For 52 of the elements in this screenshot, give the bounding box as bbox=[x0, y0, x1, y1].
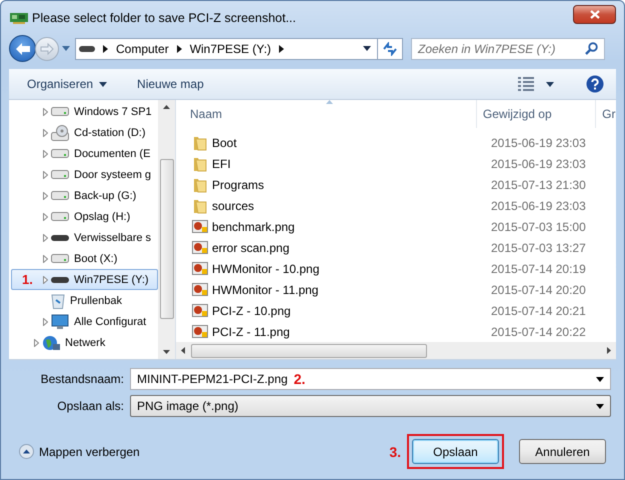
tree-item[interactable]: Verwisselbare s bbox=[11, 227, 158, 248]
dialog-button[interactable]: Opslaan bbox=[412, 439, 499, 464]
step-number: 2. bbox=[294, 371, 306, 387]
modified-date: 2015-07-13 21:30 bbox=[491, 178, 586, 192]
modified-date: 2015-06-19 23:03 bbox=[491, 156, 586, 170]
modified-date: 2015-07-14 20:21 bbox=[491, 304, 586, 318]
tree-item[interactable]: Prullenbak bbox=[11, 290, 158, 311]
field-label: Opslaan als: bbox=[56, 399, 124, 413]
file-name[interactable]: sources bbox=[212, 198, 485, 212]
modified-date: 2015-07-03 15:00 bbox=[491, 220, 586, 234]
step-number: 3. bbox=[389, 444, 401, 460]
breadcrumb[interactable]: Computer bbox=[116, 42, 169, 56]
file-name-field[interactable]: MININT-PEPM21-PCI-Z.png 2. bbox=[130, 368, 611, 390]
modified-date: 2015-07-14 20:22 bbox=[491, 324, 586, 338]
modified-date: 2015-07-14 20:20 bbox=[491, 282, 586, 296]
modified-date: 2015-06-19 23:03 bbox=[491, 136, 586, 150]
field-label: Bestandsnaam: bbox=[40, 372, 124, 386]
tree-item[interactable]: Opslag (H:) bbox=[11, 206, 158, 227]
tree-item[interactable]: Cd-station (D:) bbox=[11, 122, 158, 143]
file-name[interactable]: benchmark.png bbox=[212, 220, 485, 234]
tree-item[interactable]: Back-up (G:) bbox=[11, 185, 158, 206]
tree-item[interactable]: Documenten (E bbox=[11, 143, 158, 164]
file-name[interactable]: HWMonitor - 11.png bbox=[212, 282, 485, 296]
file-type-dropdown[interactable]: PNG image (*.png) bbox=[130, 395, 611, 417]
search-field[interactable]: Zoeken in Win7PESE (Y:) bbox=[411, 38, 605, 60]
modified-date: 2015-07-14 20:19 bbox=[491, 262, 586, 276]
column-header[interactable]: Gr bbox=[596, 100, 616, 128]
file-name[interactable]: error scan.png bbox=[212, 240, 485, 254]
address-bar[interactable]: Computer Win7PESE (Y:) bbox=[75, 38, 378, 60]
tree-item[interactable]: Netwerk bbox=[11, 332, 158, 353]
dialog-button[interactable]: Annuleren bbox=[519, 439, 606, 464]
file-name[interactable]: Boot bbox=[212, 136, 485, 150]
tree-item[interactable]: Door systeem g bbox=[11, 164, 158, 185]
step-number: 1. bbox=[22, 272, 33, 287]
file-name[interactable]: PCI-Z - 11.png bbox=[212, 324, 485, 338]
file-name[interactable]: PCI-Z - 10.png bbox=[212, 304, 485, 318]
hide-folders-button[interactable]: Mappen verbergen bbox=[19, 444, 140, 459]
column-header[interactable]: Gewijzigd op bbox=[476, 100, 596, 128]
tree-item[interactable]: Alle Configurat bbox=[11, 311, 158, 332]
file-name[interactable]: EFI bbox=[212, 156, 485, 170]
tree-item[interactable]: 1. Win7PESE (Y:) bbox=[11, 269, 158, 290]
modified-date: 2015-06-19 23:03 bbox=[491, 198, 586, 212]
new-folder-button[interactable]: Nieuwe map bbox=[137, 77, 204, 91]
file-name[interactable]: HWMonitor - 10.png bbox=[212, 262, 485, 276]
organize-menu-button[interactable]: Organiseren bbox=[27, 77, 108, 91]
breadcrumb[interactable]: Win7PESE (Y:) bbox=[190, 42, 272, 56]
column-header[interactable]: Naam bbox=[176, 100, 477, 128]
tree-item[interactable]: Windows 7 SP1 bbox=[11, 101, 158, 122]
window-title: Please select folder to save PCI-Z screenshot... bbox=[32, 10, 296, 24]
modified-date: 2015-07-03 13:27 bbox=[491, 240, 586, 254]
file-name[interactable]: Programs bbox=[212, 178, 485, 192]
tree-item[interactable]: Boot (X:) bbox=[11, 248, 158, 269]
